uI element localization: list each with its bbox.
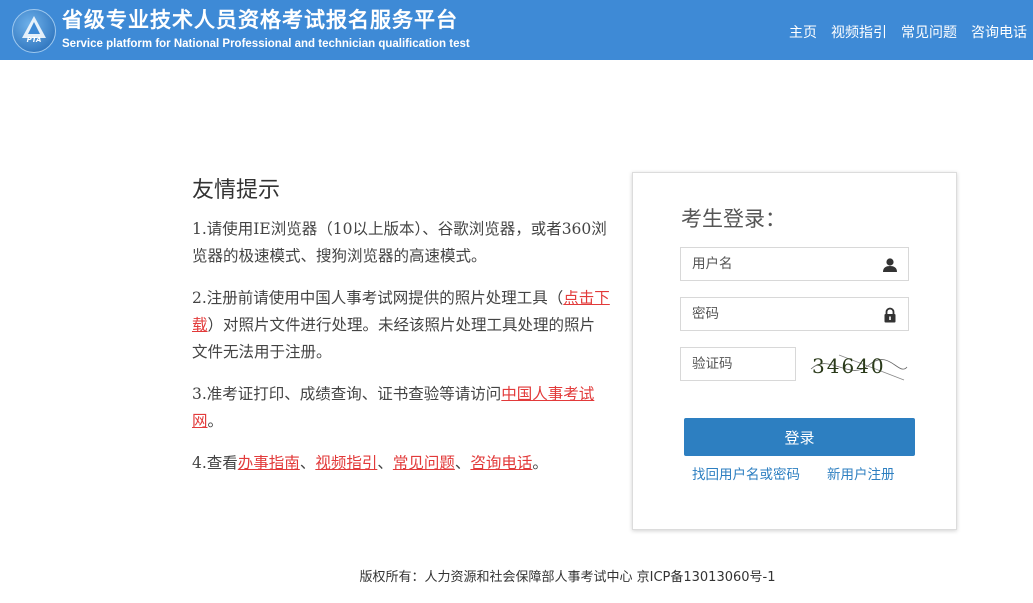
login-title: 考生登录：: [681, 207, 786, 231]
top-nav: 主页 视频指引 常见问题 咨询电话: [789, 22, 1027, 42]
tip-item-2: 2.注册前请使用中国人事考试网提供的照片处理工具（点击下载）对照片文件进行处理。…: [192, 285, 610, 366]
nav-video-guide[interactable]: 视频指引: [831, 22, 887, 42]
faq-link[interactable]: 常见问题: [393, 454, 455, 472]
captcha-image[interactable]: 34640: [809, 347, 909, 387]
site-title: 省级专业技术人员资格考试报名服务平台: [62, 8, 458, 32]
tip-item-4: 4.查看办事指南、视频指引、常见问题、咨询电话。: [192, 450, 610, 477]
tip-item-1: 1.请使用IE浏览器（10以上版本）、谷歌浏览器，或者360浏览器的极速模式、搜…: [192, 220, 607, 265]
tip-2-text: 2.注册前请使用中国人事考试网提供的照片处理工具（: [192, 289, 564, 307]
tip-4-text: 4.查看: [192, 454, 238, 472]
nav-home[interactable]: 主页: [789, 22, 817, 42]
username-field-box: [680, 247, 909, 281]
captcha-input[interactable]: [681, 348, 796, 380]
header-bar: PTA 省级专业技术人员资格考试报名服务平台 Service platform …: [0, 0, 1033, 60]
recover-account-link[interactable]: 找回用户名或密码: [692, 463, 800, 483]
tip-item-3: 3.准考证打印、成绩查询、证书查验等请访问中国人事考试网。: [192, 381, 610, 435]
tip-3-text: 3.准考证打印、成绩查询、证书查验等请访问: [192, 385, 502, 403]
guide-link[interactable]: 办事指南: [238, 454, 300, 472]
register-link[interactable]: 新用户注册: [827, 463, 895, 483]
footer-copyright: 版权所有：人力资源和社会保障部人事考试中心 京ICP备13013060号-1: [359, 570, 776, 585]
logo-triangle-icon: [22, 16, 46, 38]
password-field-box: [680, 297, 909, 331]
login-button[interactable]: 登录: [684, 418, 915, 456]
tip-4-text-end: 。: [532, 454, 548, 472]
captcha-text: 34640: [812, 354, 886, 378]
video-guide-link[interactable]: 视频指引: [315, 454, 377, 472]
nav-faq[interactable]: 常见问题: [901, 22, 957, 42]
separator: 、: [454, 454, 471, 472]
tips-heading: 友情提示: [192, 178, 281, 203]
logo-text: PTA: [26, 36, 42, 44]
tips-panel: 友情提示 1.请使用IE浏览器（10以上版本）、谷歌浏览器，或者360浏览器的极…: [192, 172, 610, 492]
captcha-field-box: [680, 347, 796, 381]
tip-2-text-end: ）对照片文件进行处理。未经该照片处理工具处理的照片文件无法用于注册。: [192, 316, 596, 361]
user-icon: [883, 258, 897, 272]
nav-hotline[interactable]: 咨询电话: [971, 22, 1027, 42]
login-panel: 考生登录： 34640 登录 找回用户名或密码 新用户注册: [632, 172, 957, 530]
separator: 、: [377, 454, 393, 472]
password-input[interactable]: [681, 298, 872, 330]
username-input[interactable]: [681, 248, 872, 280]
site-subtitle: Service platform for National Profession…: [62, 38, 470, 50]
pta-logo: PTA: [12, 9, 56, 53]
hotline-link[interactable]: 咨询电话: [470, 454, 532, 472]
tip-3-text-end: 。: [207, 412, 224, 430]
lock-icon: [884, 307, 896, 323]
separator: 、: [299, 454, 316, 472]
